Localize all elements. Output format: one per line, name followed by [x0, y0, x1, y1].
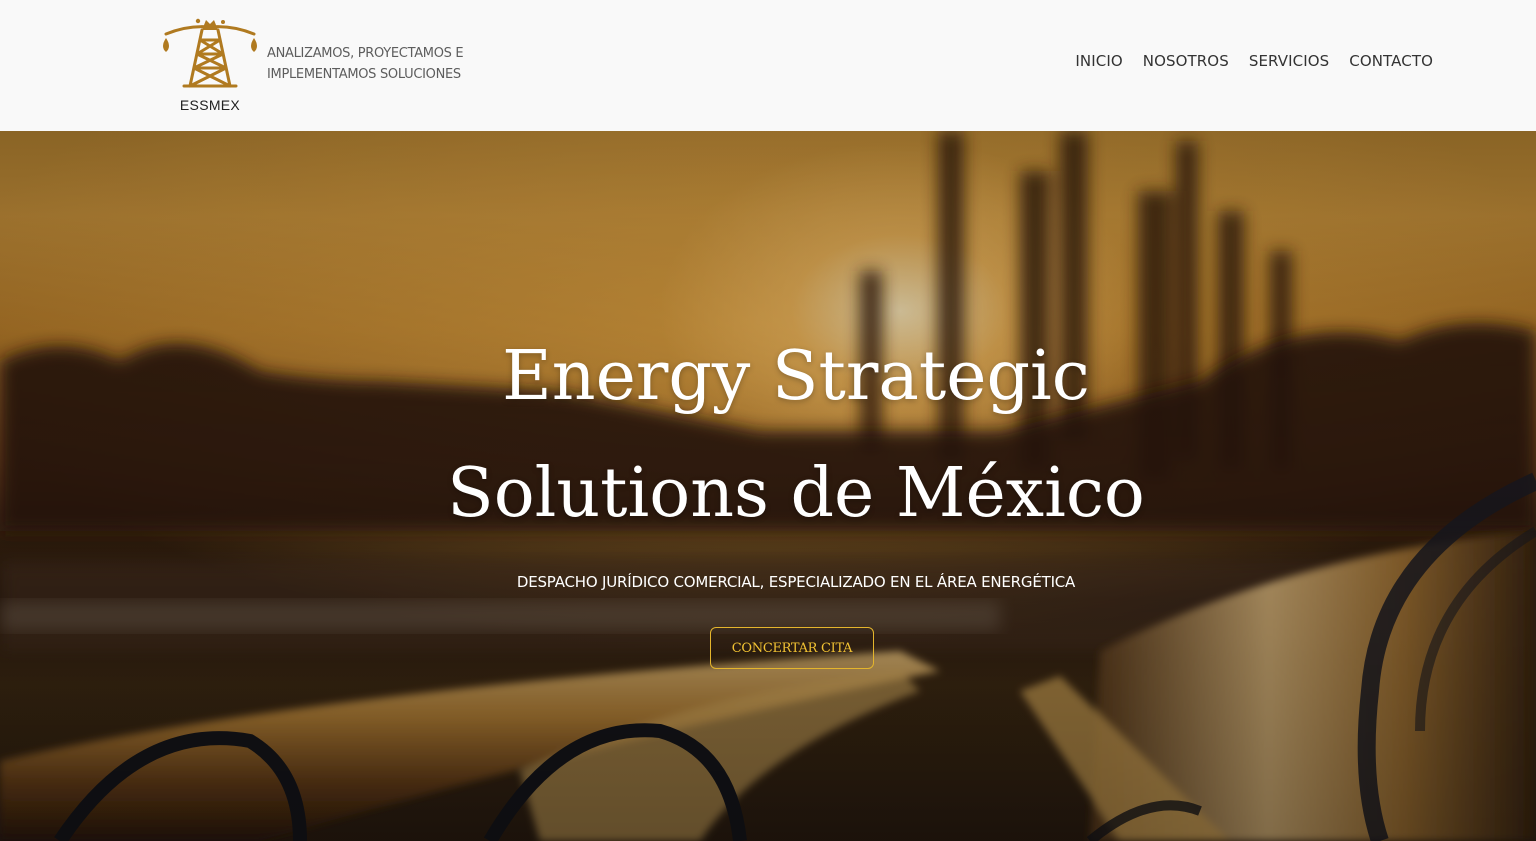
hero-section: Energy Strategic Solutions de México DES… [0, 131, 1536, 841]
hero-content: Energy Strategic Solutions de México DES… [0, 131, 1536, 841]
site-header: ESSMEX ANALIZAMOS, PROYECTAMOS E IMPLEME… [0, 0, 1536, 131]
nav-link-contacto[interactable]: CONTACTO [1349, 52, 1433, 70]
company-tagline: ANALIZAMOS, PROYECTAMOS E IMPLEMENTAMOS … [267, 43, 507, 85]
hero-title-line: Energy Strategic [502, 337, 1090, 416]
hero-title: Energy Strategic Solutions de México [0, 318, 1536, 552]
nav-link-servicios[interactable]: SERVICIOS [1249, 52, 1329, 70]
oil-derrick-scale-icon [163, 18, 257, 88]
nav-link-inicio[interactable]: INICIO [1075, 52, 1122, 70]
hero-subtitle: DESPACHO JURÍDICO COMERCIAL, ESPECIALIZA… [516, 573, 1076, 591]
main-nav: INICIO NOSOTROS SERVICIOS CONTACTO [1075, 52, 1433, 70]
schedule-appointment-button[interactable]: CONCERTAR CITA [710, 627, 874, 669]
nav-link-nosotros[interactable]: NOSOTROS [1143, 52, 1229, 70]
essmex-logo[interactable]: ESSMEX [158, 14, 262, 114]
logo-wordmark: ESSMEX [179, 97, 241, 113]
tagline-line: IMPLEMENTAMOS SOLUCIONES [267, 67, 461, 82]
tagline-line: ANALIZAMOS, PROYECTAMOS E [267, 46, 464, 61]
hero-title-line: Solutions de México [447, 454, 1145, 533]
